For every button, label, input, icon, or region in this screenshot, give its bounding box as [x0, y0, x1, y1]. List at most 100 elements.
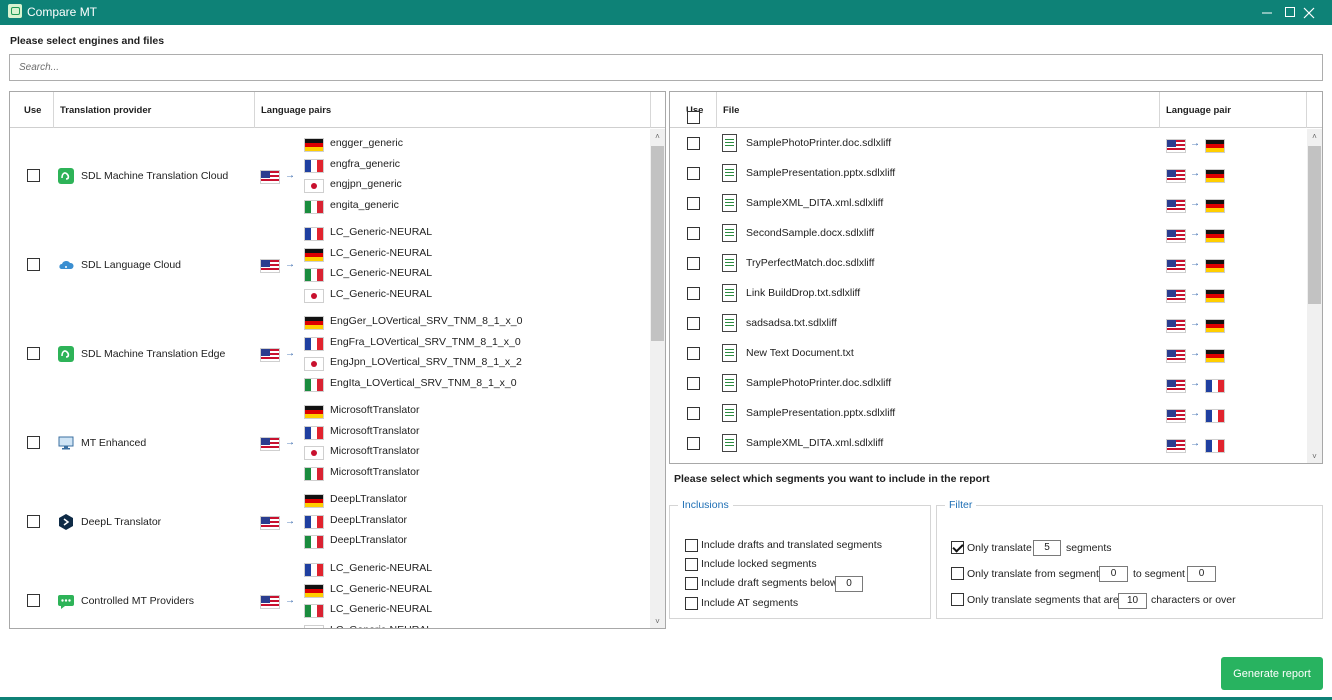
target-flag-icon: [304, 377, 324, 392]
provider-checkbox[interactable]: [27, 514, 40, 528]
language-pair-label: LC_Generic-NEURAL: [330, 562, 433, 574]
target-flag-icon: [304, 514, 324, 529]
target-flag-icon: [304, 604, 324, 619]
provider-name: SDL Machine Translation Cloud: [81, 169, 229, 182]
file-checkbox[interactable]: [687, 197, 700, 210]
language-pair-label: EngJpn_LOVertical_SRV_TNM_8_1_x_2: [330, 356, 522, 369]
target-flag-icon: [1205, 319, 1225, 333]
use-column-header[interactable]: Use: [10, 92, 54, 128]
from-segment-checkbox[interactable]: [951, 567, 964, 580]
target-flag-icon: [1205, 349, 1225, 363]
target-flag-icon: [304, 563, 324, 577]
file-name: SamplePresentation.pptx.sdlxliff: [746, 407, 896, 419]
include-locked-checkbox[interactable]: [685, 558, 698, 571]
file-checkbox[interactable]: [687, 167, 700, 180]
files-scrollbar[interactable]: ˄ ˅: [1307, 129, 1322, 463]
file-checkbox[interactable]: [687, 287, 700, 300]
search-input[interactable]: [10, 55, 1322, 80]
char-limit-checkbox[interactable]: [951, 593, 964, 606]
title-bar: Compare MT: [0, 0, 1332, 25]
file-column-header[interactable]: File: [717, 92, 1160, 128]
file-icon: [722, 284, 737, 302]
language-pair-label: DeepLTranslator: [330, 513, 408, 526]
search-box[interactable]: [9, 54, 1323, 81]
file-icon: [722, 344, 737, 362]
files-scroll-up-icon[interactable]: ˄: [1307, 129, 1322, 144]
scroll-thumb[interactable]: [651, 146, 664, 341]
from-segment-label[interactable]: Only translate from segment: [967, 568, 1099, 580]
file-icon: [722, 194, 737, 212]
provider-checkbox[interactable]: [27, 168, 40, 182]
select-all-files-checkbox[interactable]: [687, 111, 700, 124]
arrow-right-icon: →: [285, 169, 295, 181]
source-flag-icon: [260, 436, 280, 451]
files-panel: Use File Language pair SamplePhotoPrinte…: [669, 91, 1323, 464]
only-translate-checkbox[interactable]: [951, 541, 964, 554]
language-pairs-column-header[interactable]: Language pairs: [255, 92, 651, 128]
include-draft-below-label[interactable]: Include draft segments below: [701, 577, 838, 589]
arrow-right-icon: →: [285, 515, 295, 527]
file-checkbox[interactable]: [687, 137, 700, 150]
include-at-label[interactable]: Include AT segments: [701, 597, 798, 609]
language-pair-label: LC_Generic-NEURAL: [330, 226, 433, 238]
from-segment-input[interactable]: 0: [1099, 566, 1128, 582]
provider-checkbox[interactable]: [27, 257, 40, 271]
provider-name: Controlled MT Providers: [81, 594, 195, 607]
to-segment-input[interactable]: 0: [1187, 566, 1216, 582]
file-icon: [722, 434, 737, 452]
file-checkbox[interactable]: [687, 227, 700, 240]
target-flag-icon: [304, 405, 324, 419]
language-pair-column-header[interactable]: Language pair: [1160, 92, 1307, 128]
only-translate-count-input[interactable]: 5: [1033, 540, 1061, 556]
only-translate-label[interactable]: Only translate: [967, 542, 1032, 554]
language-pair-label: LC_Generic-NEURAL: [330, 624, 432, 628]
file-checkbox[interactable]: [687, 377, 700, 390]
file-icon: [722, 254, 737, 272]
source-flag-icon: [260, 258, 280, 273]
include-draft-below-checkbox[interactable]: [685, 577, 698, 590]
source-flag-icon: [1166, 229, 1186, 243]
files-scroll-thumb[interactable]: [1308, 146, 1321, 304]
file-name: TryPerfectMatch.doc.sdlxliff: [746, 257, 875, 269]
target-flag-icon: [1205, 289, 1225, 303]
file-name: Link BuildDrop.txt.sdlxliff: [746, 287, 861, 299]
language-pair-label: EngFra_LOVertical_SRV_TNM_8_1_x_0: [330, 335, 521, 348]
filter-group: Filter Only translate 5 segments Only tr…: [936, 499, 1323, 619]
arrow-right-icon: →: [1190, 258, 1200, 269]
include-at-checkbox[interactable]: [685, 597, 698, 610]
language-pair-label: LC_Generic-NEURAL: [330, 287, 433, 300]
provider-checkbox[interactable]: [27, 435, 40, 449]
target-flag-icon: [1205, 139, 1225, 153]
file-checkbox[interactable]: [687, 437, 700, 450]
sdl-mt-cloud-icon: [57, 167, 75, 185]
source-flag-icon: [1166, 439, 1186, 453]
file-checkbox[interactable]: [687, 407, 700, 420]
file-checkbox[interactable]: [687, 317, 700, 330]
char-limit-label[interactable]: Only translate segments that are: [967, 594, 1119, 606]
include-drafts-checkbox[interactable]: [685, 539, 698, 552]
window-title: Compare MT: [27, 5, 98, 19]
language-pair-label: engita_generic: [330, 198, 399, 211]
provider-column-header[interactable]: Translation provider: [54, 92, 255, 128]
files-scroll-down-icon[interactable]: ˅: [1307, 449, 1322, 463]
generate-report-button[interactable]: Generate report: [1221, 657, 1323, 690]
file-checkbox[interactable]: [687, 347, 700, 360]
include-locked-label[interactable]: Include locked segments: [701, 558, 817, 570]
close-icon: [1303, 7, 1315, 18]
close-button[interactable]: [1286, 0, 1332, 25]
char-limit-input[interactable]: 10: [1118, 593, 1147, 609]
scroll-up-icon[interactable]: ˄: [650, 129, 665, 144]
provider-checkbox[interactable]: [27, 593, 40, 607]
target-flag-icon: [304, 535, 324, 550]
file-checkbox[interactable]: [687, 257, 700, 270]
include-drafts-label[interactable]: Include drafts and translated segments: [701, 539, 882, 551]
provider-checkbox[interactable]: [27, 346, 40, 360]
file-name: SamplePresentation.pptx.sdlxliff: [746, 167, 896, 179]
arrow-right-icon: →: [285, 594, 295, 606]
scroll-down-icon[interactable]: ˅: [650, 614, 665, 628]
target-flag-icon: [1205, 169, 1225, 183]
arrow-right-icon: →: [1190, 408, 1200, 419]
source-flag-icon: [260, 594, 280, 609]
engines-scrollbar[interactable]: ˄ ˅: [650, 129, 665, 628]
draft-below-input[interactable]: 0: [835, 576, 863, 592]
